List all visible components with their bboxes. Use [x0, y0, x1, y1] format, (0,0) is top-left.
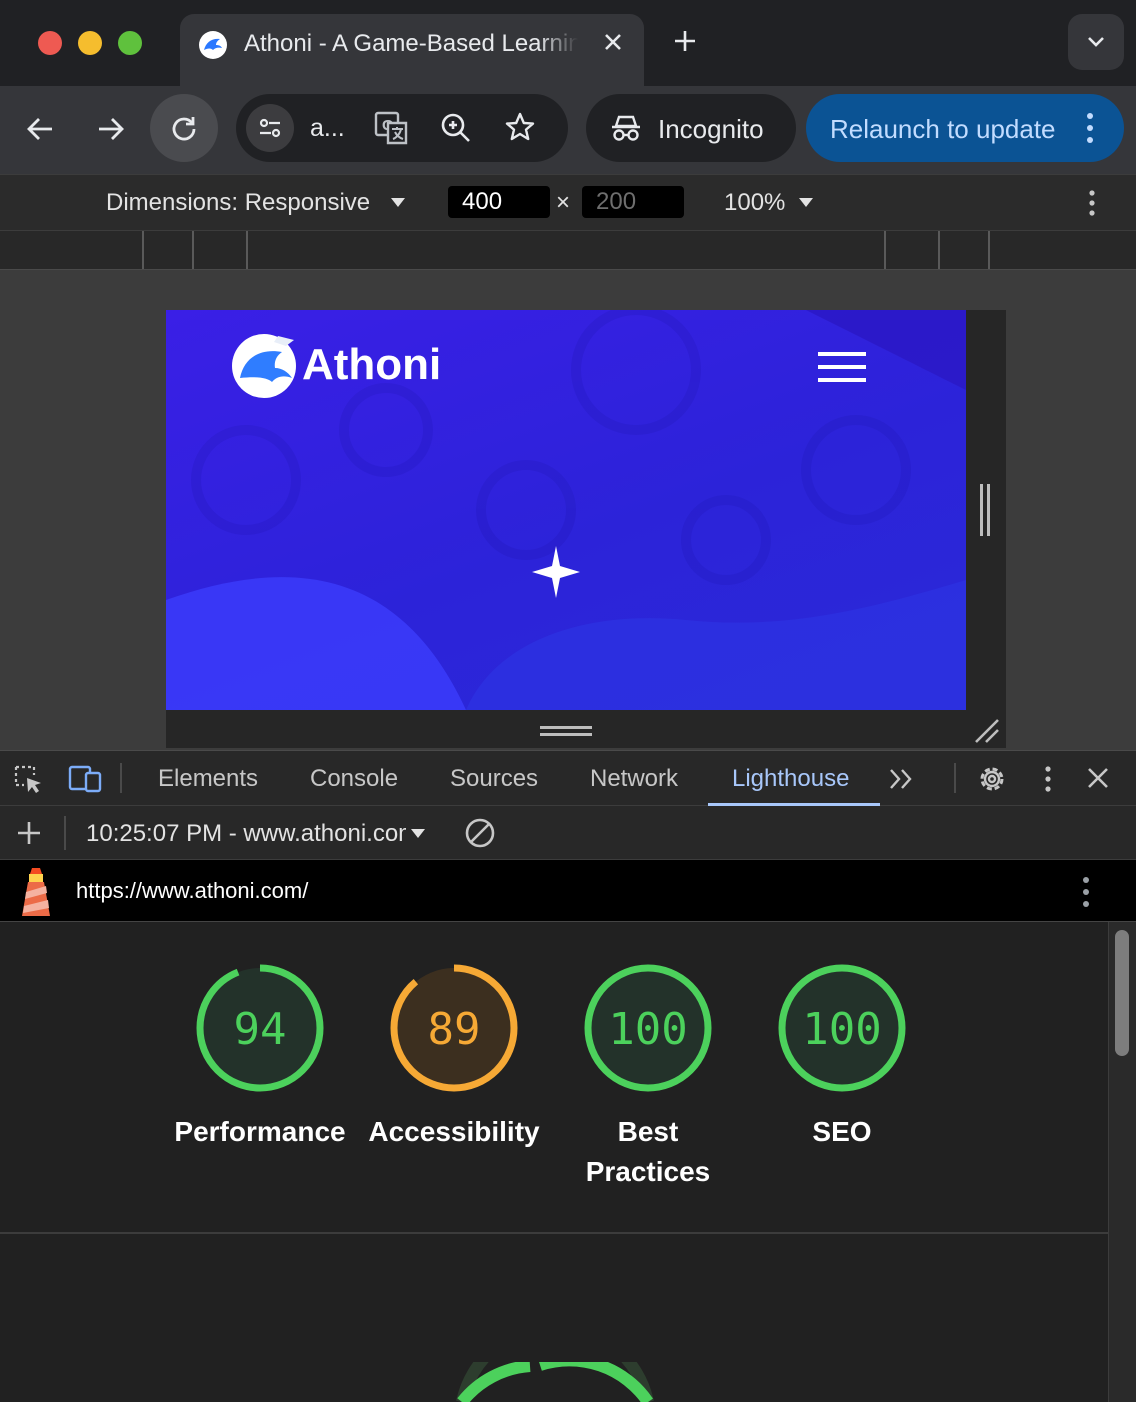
caret-down-icon[interactable] — [798, 197, 814, 209]
inspect-element-icon[interactable] — [14, 765, 44, 795]
score-gauge-accessibility[interactable]: 89 — [384, 958, 524, 1098]
back-arrow-icon[interactable] — [26, 116, 54, 142]
tab-lighthouse[interactable]: Lighthouse — [732, 765, 849, 793]
window-title-bar: Athoni - A Game-Based Learning — [0, 0, 1136, 86]
settings-gear-icon[interactable] — [976, 763, 1008, 795]
caret-down-icon[interactable] — [390, 197, 406, 209]
bookmark-star-icon[interactable] — [504, 111, 536, 143]
score-value: 100 — [608, 1004, 687, 1055]
relaunch-label: Relaunch to update — [830, 114, 1056, 144]
corner-resize-icon — [975, 719, 999, 743]
scrollbar-thumb[interactable] — [1115, 930, 1129, 1056]
devtools-menu-icon[interactable] — [1044, 765, 1052, 793]
score-value: 94 — [234, 1004, 287, 1055]
report-scrollbar[interactable] — [1108, 922, 1136, 1402]
reload-icon — [172, 117, 196, 141]
tab-network[interactable]: Network — [590, 765, 678, 793]
report-selector[interactable]: 10:25:07 PM - www.athoni.com — [86, 820, 406, 848]
athoni-favicon-icon — [198, 30, 228, 60]
incognito-chip[interactable]: Incognito — [586, 94, 796, 162]
lighthouse-toolbar: 10:25:07 PM - www.athoni.com — [0, 806, 1136, 860]
new-tab-icon[interactable] — [672, 28, 698, 54]
report-menu-icon[interactable] — [1082, 876, 1090, 908]
incognito-icon — [610, 114, 642, 142]
dimensions-dropdown[interactable]: Dimensions: Responsive — [106, 189, 370, 217]
maximize-window-button[interactable] — [118, 31, 142, 55]
times-symbol: × — [556, 189, 571, 216]
right-resize-handle[interactable] — [966, 310, 1006, 710]
browser-tab[interactable]: Athoni - A Game-Based Learning — [180, 14, 644, 86]
score-gauge-seo[interactable]: 100 — [772, 958, 912, 1098]
brand-name[interactable]: Athoni — [302, 340, 441, 390]
score-label: Accessibility — [368, 1116, 540, 1147]
website-preview: Athoni — [166, 310, 966, 710]
device-options-icon[interactable] — [1088, 189, 1096, 217]
relaunch-button[interactable]: Relaunch to update — [806, 94, 1124, 162]
height-input[interactable]: 200 — [582, 186, 684, 218]
tab-sources[interactable]: Sources — [450, 765, 538, 793]
section-divider — [0, 1232, 1108, 1234]
score-value: 100 — [802, 1004, 881, 1055]
score-gauge-best-practices[interactable]: 100 — [578, 958, 718, 1098]
chevron-down-icon — [1088, 37, 1104, 47]
close-window-button[interactable] — [38, 31, 62, 55]
translate-icon[interactable]: G — [374, 111, 410, 145]
bottom-resize-handle[interactable] — [166, 710, 1006, 748]
clear-block-icon[interactable] — [464, 817, 496, 849]
report-url[interactable]: https://www.athoni.com/ — [76, 878, 308, 904]
lighthouse-logo-icon — [18, 866, 54, 916]
device-toolbar-toggle-icon[interactable] — [68, 765, 102, 793]
tab-search-button[interactable] — [1068, 14, 1124, 70]
score-value: 89 — [428, 1004, 481, 1055]
tab-console[interactable]: Console — [310, 765, 398, 793]
performance-gauge-large — [456, 1362, 654, 1402]
site-info-icon[interactable] — [246, 104, 294, 152]
media-query-ruler[interactable] — [0, 230, 1136, 270]
width-input[interactable]: 400 — [448, 186, 550, 218]
caret-down-icon[interactable] — [410, 828, 426, 840]
new-report-plus-icon[interactable] — [16, 820, 42, 846]
tab-elements[interactable]: Elements — [158, 765, 258, 793]
incognito-label: Incognito — [658, 114, 764, 144]
lighthouse-report: 94 Performance 89 Accessibility 100 Best Pract… — [0, 922, 1108, 1402]
more-tabs-chevron-icon[interactable] — [888, 767, 914, 791]
kebab-menu-icon[interactable] — [1086, 112, 1094, 144]
athoni-logo-icon[interactable] — [230, 328, 302, 400]
score-label: Performance — [174, 1116, 346, 1147]
devtools-tab-strip: Elements Console Sources Network Lightho… — [0, 750, 1136, 806]
score-label: SEO — [812, 1116, 872, 1147]
hamburger-menu-icon[interactable] — [818, 352, 866, 384]
forward-arrow-icon[interactable] — [97, 116, 125, 142]
score-gauge-performance[interactable]: 94 — [190, 958, 330, 1098]
zoom-icon[interactable] — [440, 112, 472, 144]
report-url-bar: https://www.athoni.com/ — [0, 860, 1136, 922]
close-tab-icon[interactable] — [602, 31, 624, 53]
tab-title: Athoni - A Game-Based Learning — [244, 30, 578, 57]
address-text[interactable]: a... — [310, 114, 345, 143]
omnibox[interactable]: a... G — [236, 94, 568, 162]
score-label: Best Practices — [585, 1116, 711, 1187]
device-toolbar: Dimensions: Responsive 400 × 200 100% — [0, 174, 1136, 230]
zoom-dropdown[interactable]: 100% — [724, 189, 785, 217]
minimize-window-button[interactable] — [78, 31, 102, 55]
browser-toolbar: a... G Incognito Relaunch to update — [0, 86, 1136, 174]
reload-button[interactable] — [150, 94, 218, 162]
close-devtools-icon[interactable] — [1087, 767, 1109, 789]
